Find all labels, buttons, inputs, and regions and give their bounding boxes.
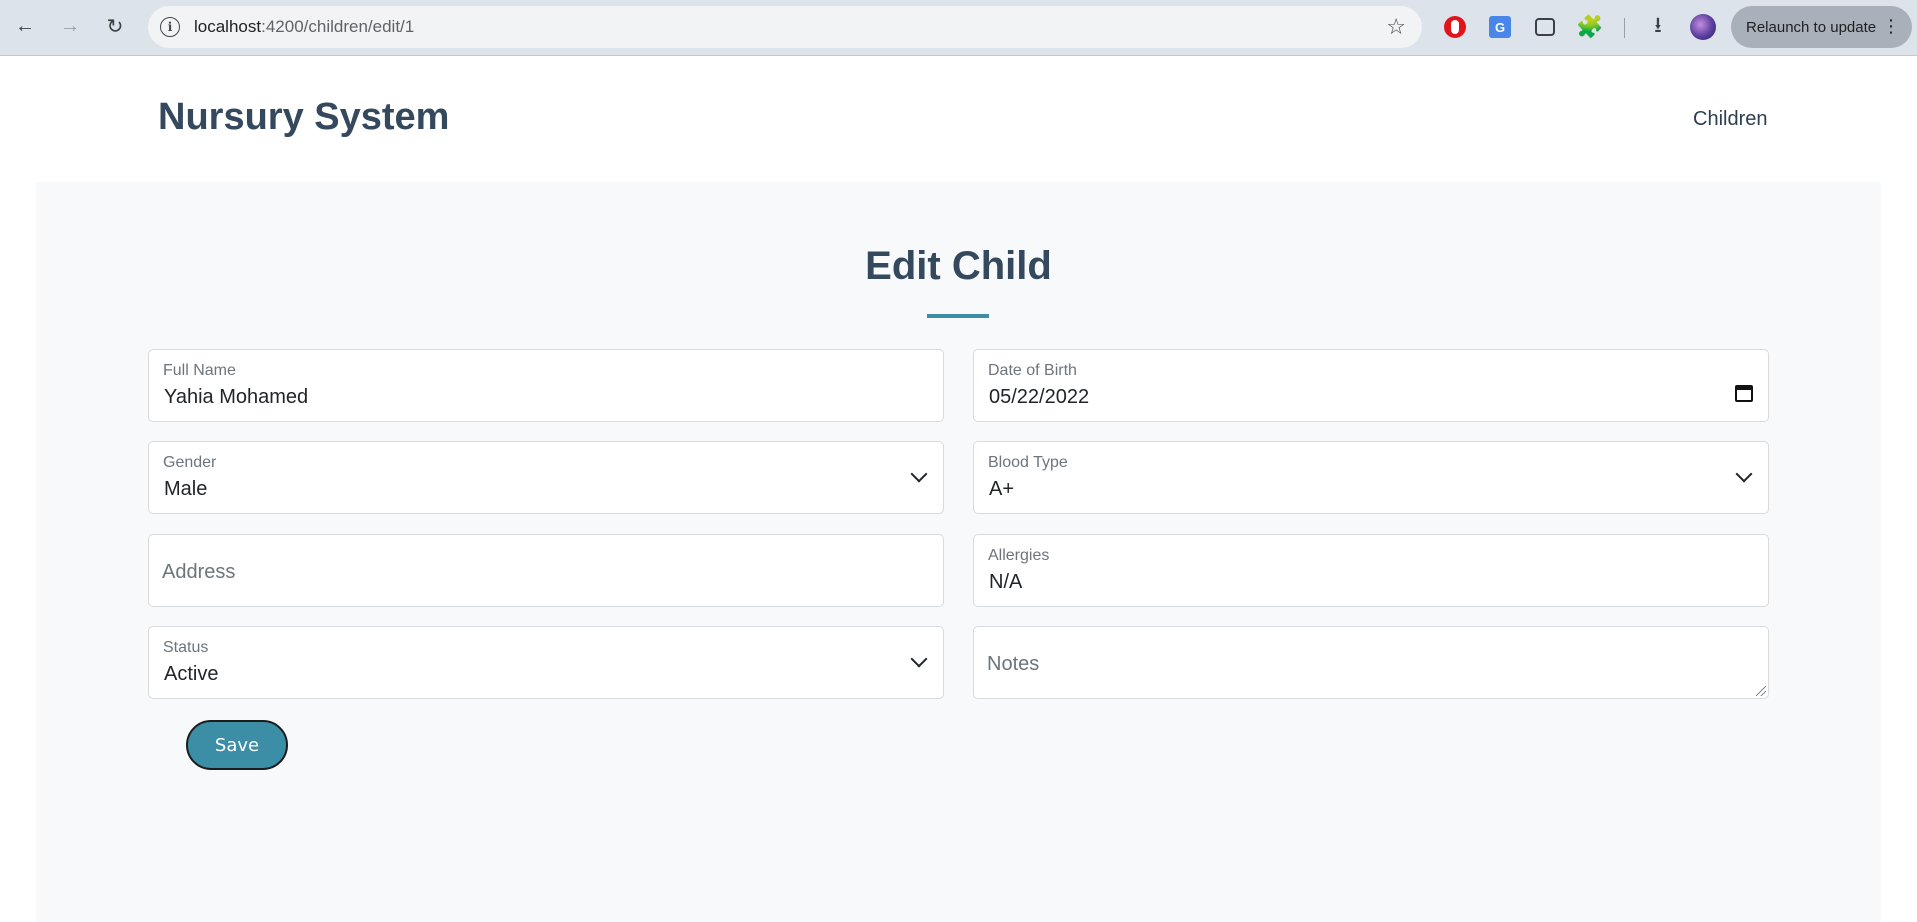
relaunch-label: Relaunch to update <box>1746 18 1877 36</box>
blood-type-value: A+ <box>989 478 1015 500</box>
site-title: Nursury System <box>158 96 450 138</box>
notes-placeholder: Notes <box>987 653 1040 675</box>
browser-toolbar: ← → ↻ i localhost:4200/children/edit/1 ☆… <box>0 0 1917 56</box>
address-placeholder: Address <box>162 561 236 583</box>
full-name-field[interactable]: Full Name Yahia Mohamed <box>148 349 944 422</box>
url-host: localhost <box>194 17 262 36</box>
status-select[interactable]: Status Active <box>148 626 944 699</box>
arrow-left-icon: ← <box>15 14 35 37</box>
chevron-down-icon <box>910 465 928 483</box>
info-icon[interactable]: i <box>160 17 180 37</box>
full-name-label: Full Name <box>163 362 236 379</box>
resize-handle-icon[interactable] <box>1756 686 1766 696</box>
allergies-field[interactable]: Allergies N/A <box>973 534 1769 607</box>
reload-icon: ↻ <box>106 15 124 38</box>
cast-extension-icon[interactable] <box>1532 14 1558 40</box>
gender-value: Male <box>164 478 208 500</box>
kebab-menu-icon[interactable]: ⋮ <box>1882 16 1900 36</box>
notes-textarea[interactable]: Notes <box>973 626 1769 699</box>
save-button[interactable]: Save <box>186 720 288 770</box>
bookmark-star-icon[interactable]: ☆ <box>1386 14 1406 40</box>
translate-extension-icon[interactable]: G <box>1487 14 1513 40</box>
calendar-icon[interactable] <box>1735 385 1753 402</box>
blood-type-label: Blood Type <box>988 454 1068 471</box>
nav-link-children[interactable]: Children <box>1693 108 1767 131</box>
back-button[interactable]: ← <box>9 10 41 42</box>
reload-button[interactable]: ↻ <box>99 10 131 42</box>
gender-label: Gender <box>163 454 217 471</box>
blood-type-select[interactable]: Blood Type A+ <box>973 441 1769 514</box>
gender-select[interactable]: Gender Male <box>148 441 944 514</box>
date-of-birth-label: Date of Birth <box>988 362 1077 379</box>
allergies-label: Allergies <box>988 547 1050 564</box>
relaunch-button[interactable]: Relaunch to update ⋮ <box>1731 6 1912 48</box>
profile-avatar[interactable] <box>1690 14 1716 40</box>
opera-extension-icon[interactable] <box>1442 14 1468 40</box>
forward-button[interactable]: → <box>54 10 86 42</box>
allergies-value[interactable]: N/A <box>989 571 1022 594</box>
chevron-down-icon <box>1735 465 1753 483</box>
title-underline <box>927 314 989 318</box>
download-icon[interactable]: ⭳ <box>1645 12 1671 40</box>
chevron-down-icon <box>910 650 928 668</box>
status-value: Active <box>164 663 219 685</box>
address-field[interactable]: Address <box>148 534 944 607</box>
url-text[interactable]: localhost:4200/children/edit/1 <box>194 17 414 37</box>
url-path: :4200/children/edit/1 <box>261 17 415 36</box>
toolbar-divider <box>1624 18 1625 38</box>
arrow-right-icon: → <box>60 14 80 37</box>
page-title: Edit Child <box>865 244 1052 288</box>
full-name-value[interactable]: Yahia Mohamed <box>164 386 308 409</box>
date-of-birth-field[interactable]: Date of Birth 05/22/2022 <box>973 349 1769 422</box>
status-label: Status <box>163 639 209 656</box>
address-bar[interactable]: i localhost:4200/children/edit/1 ☆ <box>148 6 1422 48</box>
date-of-birth-value[interactable]: 05/22/2022 <box>989 386 1089 409</box>
extensions-puzzle-icon[interactable]: 🧩 <box>1576 14 1603 40</box>
